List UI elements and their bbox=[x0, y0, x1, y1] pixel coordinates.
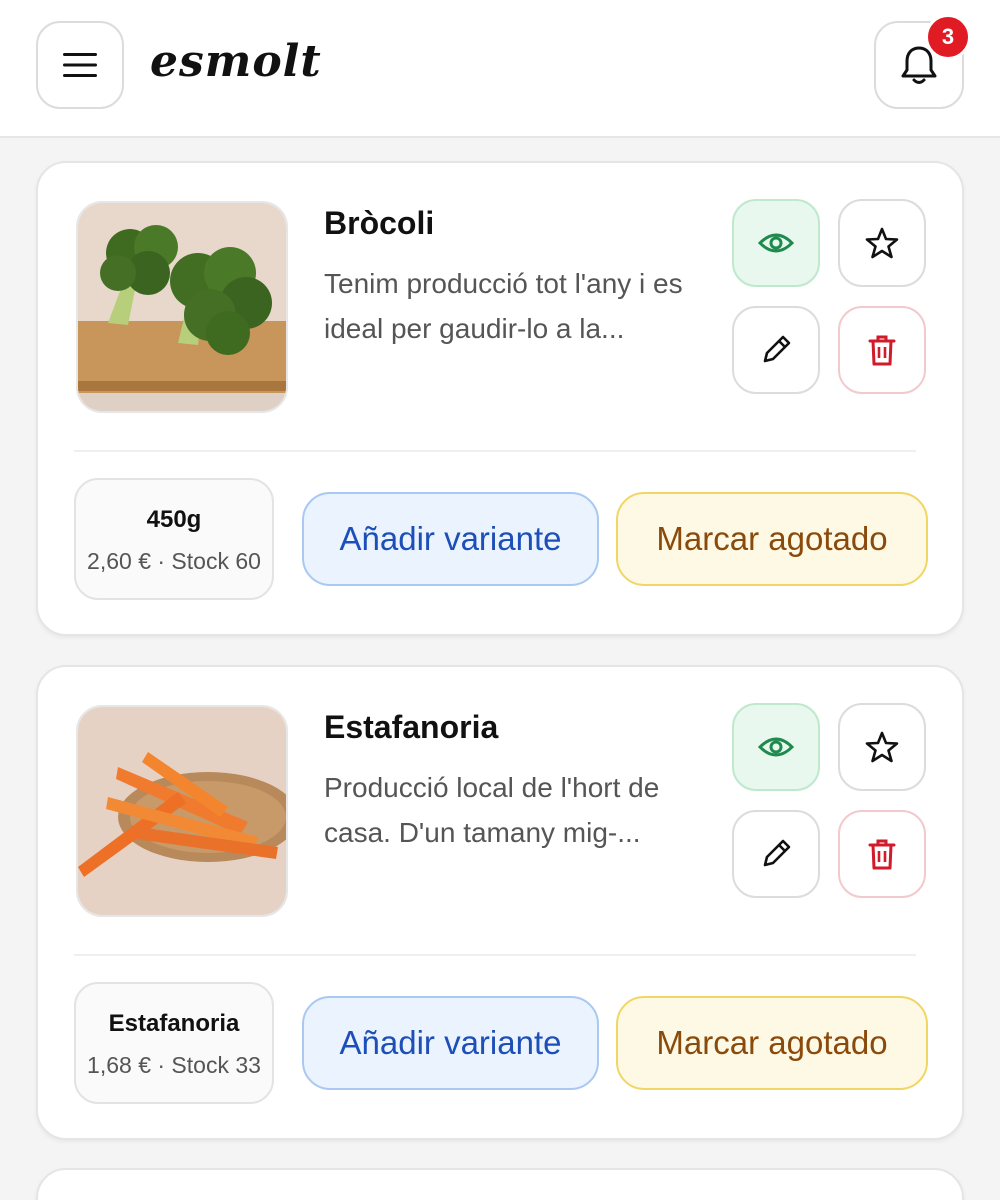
variant-chip[interactable]: Estafanoria 1,68 € · Stock 33 bbox=[74, 982, 274, 1104]
variant-chip[interactable]: 450g 2,60 € · Stock 60 bbox=[74, 478, 274, 600]
product-description: Tenim producció tot l'any i es ideal per… bbox=[324, 268, 683, 344]
favorite-button[interactable] bbox=[838, 199, 926, 287]
variant-name: Estafanoria bbox=[108, 1010, 240, 1037]
variant-name: 450g bbox=[146, 506, 202, 533]
variant-price-stock: 2,60 € · Stock 60 bbox=[87, 548, 261, 574]
product-title: Bròcoli bbox=[324, 205, 435, 241]
app-header: esmolt 3 bbox=[0, 0, 1000, 138]
product-card: Bròcoli Tenim producció tot l'any i es i… bbox=[36, 161, 964, 636]
delete-button[interactable] bbox=[838, 810, 926, 898]
product-description: Producció local de l'hort de casa. D'un … bbox=[324, 772, 660, 848]
product-card: Estafanoria Producció local de l'hort de… bbox=[36, 665, 964, 1140]
star-icon bbox=[865, 227, 899, 259]
hamburger-icon bbox=[63, 53, 97, 77]
pencil-icon bbox=[763, 335, 791, 363]
view-button[interactable] bbox=[732, 199, 820, 287]
view-button[interactable] bbox=[732, 703, 820, 791]
carrots-image bbox=[76, 705, 288, 917]
app-logo: esmolt bbox=[150, 36, 322, 87]
star-icon bbox=[865, 731, 899, 763]
notification-badge: 3 bbox=[925, 14, 971, 60]
trash-icon bbox=[868, 839, 896, 870]
mark-soldout-button[interactable]: Marcar agotado bbox=[616, 492, 928, 586]
broccoli-image bbox=[76, 201, 288, 413]
product-card bbox=[36, 1168, 964, 1200]
eye-icon bbox=[758, 737, 794, 757]
product-title: Estafanoria bbox=[324, 709, 499, 745]
delete-button[interactable] bbox=[838, 306, 926, 394]
pencil-icon bbox=[763, 839, 791, 867]
card-divider bbox=[74, 450, 916, 452]
trash-icon bbox=[868, 335, 896, 366]
variant-price-stock: 1,68 € · Stock 33 bbox=[87, 1052, 261, 1078]
add-variant-button[interactable]: Añadir variante bbox=[302, 492, 599, 586]
edit-button[interactable] bbox=[732, 810, 820, 898]
favorite-button[interactable] bbox=[838, 703, 926, 791]
add-variant-button[interactable]: Añadir variante bbox=[302, 996, 599, 1090]
menu-button[interactable] bbox=[36, 21, 124, 109]
edit-button[interactable] bbox=[732, 306, 820, 394]
mark-soldout-button[interactable]: Marcar agotado bbox=[616, 996, 928, 1090]
eye-icon bbox=[758, 233, 794, 253]
card-divider bbox=[74, 954, 916, 956]
